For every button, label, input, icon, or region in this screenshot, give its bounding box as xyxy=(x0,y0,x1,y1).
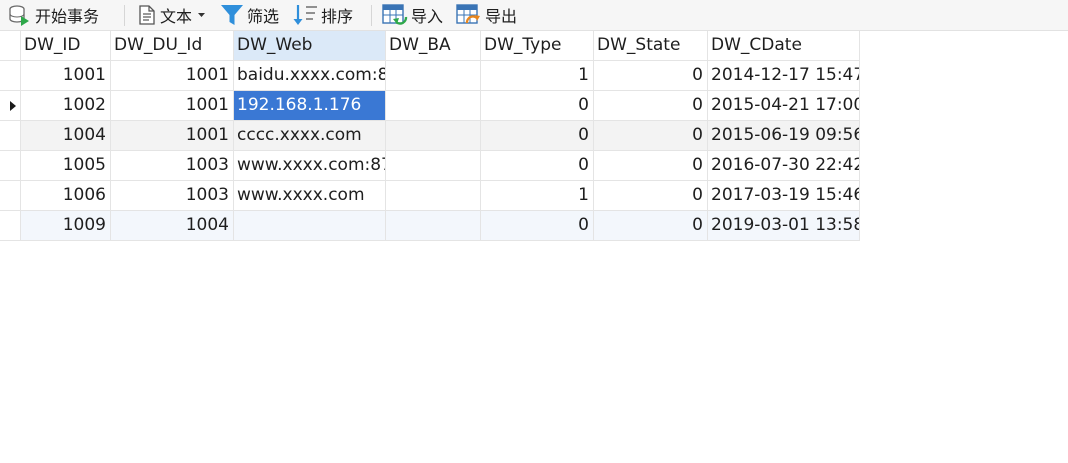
begin-transaction-button[interactable]: 开始事务 xyxy=(8,0,99,30)
cell-dw-cdate[interactable]: 2014-12-17 15:47 xyxy=(708,61,860,91)
cell-dw-cdate[interactable]: 2015-06-19 09:56 xyxy=(708,121,860,151)
funnel-filter-icon xyxy=(220,3,244,27)
cell-dw-ba[interactable] xyxy=(386,151,481,181)
row-selector[interactable] xyxy=(0,61,21,91)
header-corner xyxy=(0,31,21,61)
row-selector[interactable] xyxy=(0,121,21,151)
text-view-button[interactable]: 文本 xyxy=(137,0,206,30)
toolbar: 开始事务 文本 筛选 排序 导入 导出 xyxy=(0,0,1068,31)
cell-dw-state[interactable]: 0 xyxy=(594,151,708,181)
cell-dw-web[interactable]: www.xxxx.com xyxy=(234,181,386,211)
current-row-arrow-icon xyxy=(10,101,16,111)
cell-dw-web[interactable]: www.xxxx.com:87 xyxy=(234,151,386,181)
text-view-label: 文本 xyxy=(160,7,193,26)
cell-dw-state[interactable]: 0 xyxy=(594,211,708,241)
cell-dw-web[interactable]: cccc.xxxx.com xyxy=(234,121,386,151)
cell-dw-ba[interactable] xyxy=(386,61,481,91)
export-button[interactable]: 导出 xyxy=(456,0,517,30)
column-header-dw-state[interactable]: DW_State xyxy=(594,31,708,61)
cell-dw-id[interactable]: 1006 xyxy=(21,181,111,211)
cell-dw-state[interactable]: 0 xyxy=(594,61,708,91)
cell-dw-du-id[interactable]: 1001 xyxy=(111,121,234,151)
row-selector[interactable] xyxy=(0,211,21,241)
filter-label: 筛选 xyxy=(247,7,280,26)
column-header-dw-cdate[interactable]: DW_CDate xyxy=(708,31,860,61)
cell-dw-id[interactable]: 1001 xyxy=(21,61,111,91)
cell-dw-web[interactable]: baidu.xxxx.com:80 xyxy=(234,61,386,91)
sort-arrows-icon xyxy=(292,3,318,27)
cell-dw-id[interactable]: 1002 xyxy=(21,91,111,121)
toolbar-divider xyxy=(371,5,372,26)
cell-dw-cdate[interactable]: 2017-03-19 15:46 xyxy=(708,181,860,211)
cell-dw-cdate[interactable]: 2019-03-01 13:58 xyxy=(708,211,860,241)
cell-dw-ba[interactable] xyxy=(386,91,481,121)
cell-dw-type[interactable]: 0 xyxy=(481,121,594,151)
cell-dw-type[interactable]: 1 xyxy=(481,61,594,91)
import-label: 导入 xyxy=(411,7,444,26)
cell-dw-du-id[interactable]: 1004 xyxy=(111,211,234,241)
cell-dw-ba[interactable] xyxy=(386,121,481,151)
cell-dw-du-id[interactable]: 1001 xyxy=(111,91,234,121)
row-selector[interactable] xyxy=(0,151,21,181)
cell-dw-id[interactable]: 1005 xyxy=(21,151,111,181)
cell-dw-du-id[interactable]: 1003 xyxy=(111,181,234,211)
begin-transaction-label: 开始事务 xyxy=(35,7,100,26)
row-selector[interactable] xyxy=(0,91,21,121)
cell-dw-cdate[interactable]: 2015-04-21 17:00 xyxy=(708,91,860,121)
cell-dw-du-id[interactable]: 1003 xyxy=(111,151,234,181)
sort-button[interactable]: 排序 xyxy=(292,0,353,30)
cell-dw-state[interactable]: 0 xyxy=(594,91,708,121)
cell-dw-state[interactable]: 0 xyxy=(594,181,708,211)
database-transaction-icon xyxy=(8,4,32,26)
column-header-dw-web[interactable]: DW_Web xyxy=(234,31,386,61)
cell-dw-type[interactable]: 1 xyxy=(481,181,594,211)
chevron-down-icon[interactable] xyxy=(198,12,206,18)
filter-button[interactable]: 筛选 xyxy=(220,0,279,30)
cell-dw-type[interactable]: 0 xyxy=(481,211,594,241)
table-export-icon xyxy=(456,3,482,27)
cell-dw-id[interactable]: 1009 xyxy=(21,211,111,241)
cell-dw-du-id[interactable]: 1001 xyxy=(111,61,234,91)
column-header-dw-ba[interactable]: DW_BA xyxy=(386,31,481,61)
sort-label: 排序 xyxy=(321,7,354,26)
import-button[interactable]: 导入 xyxy=(382,0,443,30)
cell-dw-type[interactable]: 0 xyxy=(481,151,594,181)
cell-dw-id[interactable]: 1004 xyxy=(21,121,111,151)
column-header-dw-du-id[interactable]: DW_DU_Id xyxy=(111,31,234,61)
table-import-icon xyxy=(382,3,408,27)
cell-dw-web-selected[interactable]: 192.168.1.176 xyxy=(234,91,386,121)
cell-dw-ba[interactable] xyxy=(386,181,481,211)
column-header-dw-id[interactable]: DW_ID xyxy=(21,31,111,61)
column-header-dw-type[interactable]: DW_Type xyxy=(481,31,594,61)
cell-dw-web[interactable] xyxy=(234,211,386,241)
toolbar-divider xyxy=(124,5,125,26)
cell-dw-cdate[interactable]: 2016-07-30 22:42 xyxy=(708,151,860,181)
cell-dw-ba[interactable] xyxy=(386,211,481,241)
cell-dw-state[interactable]: 0 xyxy=(594,121,708,151)
cell-dw-type[interactable]: 0 xyxy=(481,91,594,121)
row-selector[interactable] xyxy=(0,181,21,211)
document-text-icon xyxy=(137,4,157,26)
export-label: 导出 xyxy=(485,7,518,26)
